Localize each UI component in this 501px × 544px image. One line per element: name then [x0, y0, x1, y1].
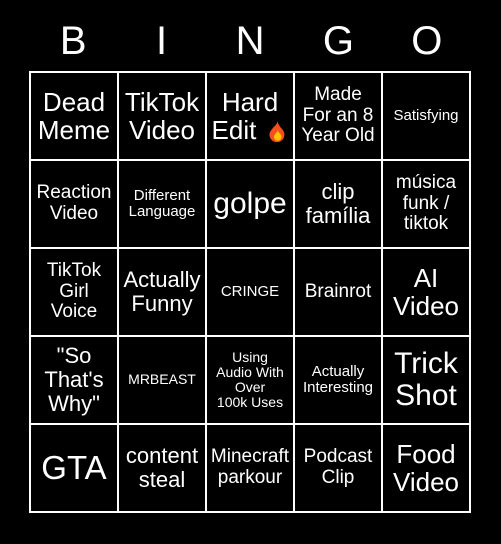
- fire-icon: [264, 115, 289, 145]
- bingo-cell-label: CRINGE: [220, 282, 280, 300]
- bingo-cell-label: Trick Shot: [394, 346, 458, 412]
- bingo-cell-label: Satisfying: [393, 106, 459, 124]
- bingo-cell-r5c3[interactable]: Minecraft parkour: [207, 425, 293, 511]
- header-letter-o: O: [411, 19, 443, 63]
- bingo-cell-label: AI Video: [392, 262, 460, 321]
- bingo-cell-label: MRBEAST: [128, 371, 196, 388]
- header-letter-b: B: [59, 19, 87, 63]
- bingo-cell-label: Reaction Video: [36, 182, 112, 224]
- bingo-cell-label: música funk / tiktok: [395, 172, 457, 235]
- bingo-cell-r2c3[interactable]: golpe: [207, 161, 293, 247]
- bingo-cell-label: TikTok Video: [124, 86, 200, 145]
- bingo-cell-r3c2[interactable]: Actually Funny: [119, 249, 205, 335]
- header-letter-n: N: [235, 19, 265, 63]
- header-letter-i: I: [156, 19, 168, 63]
- bingo-header: B I N G O: [29, 12, 471, 70]
- bingo-cell-r1c4[interactable]: Made For an 8 Year Old: [295, 73, 381, 159]
- bingo-cell-label: clip família: [305, 179, 371, 228]
- bingo-cell-r5c2[interactable]: content steal: [119, 425, 205, 511]
- bingo-grid: Dead Meme TikTok Video Hard Edit Made For …: [29, 71, 471, 513]
- bingo-cell-r3c4[interactable]: Brainrot: [295, 249, 381, 335]
- bingo-cell-label: golpe: [213, 186, 287, 220]
- bingo-cell-r1c5[interactable]: Satisfying: [383, 73, 469, 159]
- bingo-cell-label: Brainrot: [304, 280, 372, 302]
- bingo-cell-label: content steal: [125, 443, 199, 492]
- bingo-cell-label: "So That's Why": [44, 343, 104, 416]
- bingo-cell-r2c5[interactable]: música funk / tiktok: [383, 161, 469, 247]
- bingo-cell-r5c4[interactable]: Podcast Clip: [295, 425, 381, 511]
- bingo-cell-label: Different Language: [128, 186, 196, 220]
- bingo-cell-r4c4[interactable]: Actually Interesting: [295, 337, 381, 423]
- bingo-cell-label: Dead Meme: [37, 86, 111, 145]
- bingo-cell-r5c5[interactable]: Food Video: [383, 425, 469, 511]
- bingo-cell-r2c2[interactable]: Different Language: [119, 161, 205, 247]
- bingo-cell-label: GTA: [41, 449, 107, 487]
- bingo-cell-label: Hard Edit: [210, 88, 290, 144]
- bingo-cell-r1c1[interactable]: Dead Meme: [31, 73, 117, 159]
- bingo-cell-r2c1[interactable]: Reaction Video: [31, 161, 117, 247]
- bingo-cell-label: Made For an 8 Year Old: [301, 84, 375, 147]
- bingo-cell-label: Food Video: [392, 438, 460, 497]
- bingo-cell-r1c3[interactable]: Hard Edit: [207, 73, 293, 159]
- header-letter-g: G: [322, 19, 354, 63]
- bingo-cell-r4c3[interactable]: Using Audio With Over 100k Uses: [207, 337, 293, 423]
- bingo-card: B I N G O Dead Meme TikTok Video Hard Edit…: [0, 0, 501, 544]
- bingo-cell-r2c4[interactable]: clip família: [295, 161, 381, 247]
- bingo-cell-r4c2[interactable]: MRBEAST: [119, 337, 205, 423]
- bingo-cell-label: Minecraft parkour: [210, 446, 290, 488]
- bingo-cell-r5c1[interactable]: GTA: [31, 425, 117, 511]
- bingo-cell-r4c1[interactable]: "So That's Why": [31, 337, 117, 423]
- bingo-cell-r3c5[interactable]: AI Video: [383, 249, 469, 335]
- bingo-cell-label: TikTok Girl Voice: [46, 260, 102, 323]
- bingo-cell-label: Actually Funny: [123, 267, 201, 316]
- bingo-cell-label: Podcast Clip: [303, 446, 373, 488]
- bingo-cell-r3c1[interactable]: TikTok Girl Voice: [31, 249, 117, 335]
- bingo-cell-r1c2[interactable]: TikTok Video: [119, 73, 205, 159]
- bingo-cell-r4c5[interactable]: Trick Shot: [383, 337, 469, 423]
- bingo-cell-label: Actually Interesting: [302, 362, 374, 396]
- bingo-cell-label: Using Audio With Over 100k Uses: [216, 348, 284, 411]
- bingo-cell-r3c3[interactable]: CRINGE: [207, 249, 293, 335]
